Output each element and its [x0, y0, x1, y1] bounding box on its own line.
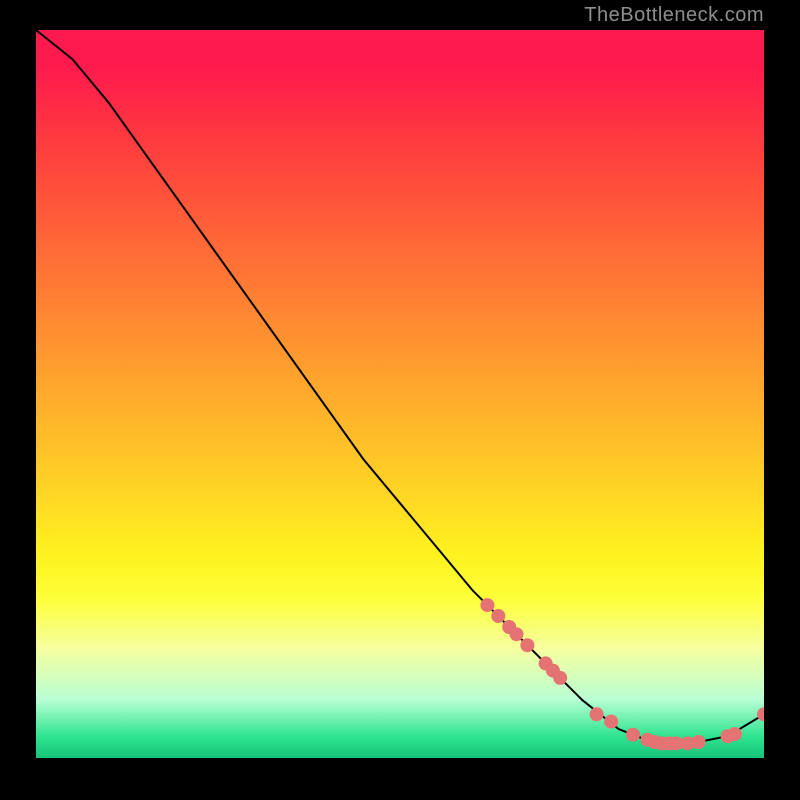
- data-point: [626, 728, 640, 742]
- data-point: [590, 707, 604, 721]
- data-point: [604, 715, 618, 729]
- highlighted-points: [480, 598, 764, 750]
- data-point: [491, 609, 505, 623]
- data-point: [520, 638, 534, 652]
- data-point: [728, 727, 742, 741]
- data-point: [480, 598, 494, 612]
- attribution-label: TheBottleneck.com: [584, 4, 764, 27]
- data-point: [692, 735, 706, 749]
- bottleneck-curve: [36, 30, 764, 743]
- data-point: [757, 707, 764, 721]
- data-point: [510, 627, 524, 641]
- chart-stage: TheBottleneck.com: [0, 0, 800, 800]
- curve-layer: [36, 30, 764, 758]
- plot-area: [36, 30, 764, 758]
- data-point: [553, 671, 567, 685]
- curve-path: [36, 30, 764, 743]
